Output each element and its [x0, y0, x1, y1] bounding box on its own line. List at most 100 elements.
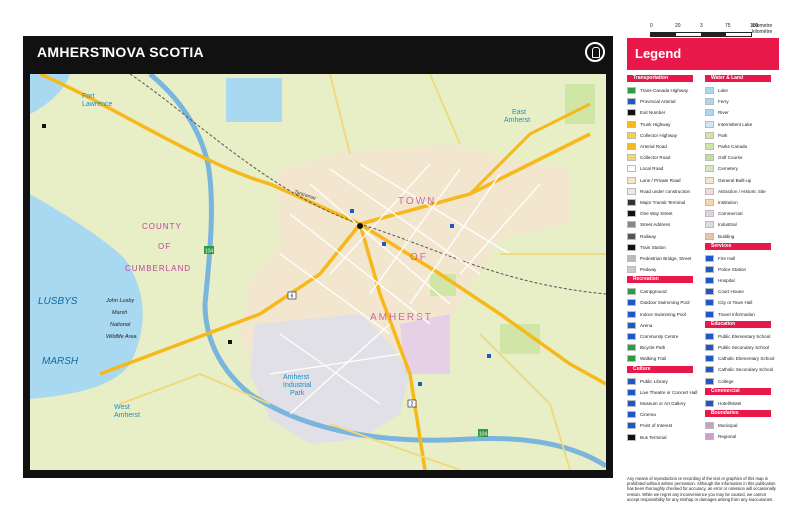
label-amherst: AMHERST [370, 312, 433, 323]
legend-item-label: Commercial [718, 211, 743, 217]
legend-item-museum-or-art-gallery: Museum or Art Gallery [627, 398, 701, 409]
legend-item-label: Parks Canada [718, 144, 748, 150]
legend-item-label: Trans-Canada Highway [640, 88, 689, 94]
scale-tick-label: 0 [650, 23, 653, 29]
legend-panel: Transportation Trans-Canada Highway Provin… [627, 74, 779, 472]
legend-item-label: Catholic Elementary School [718, 356, 775, 362]
legend-swatch [705, 288, 714, 296]
legend-item-point-of-interest: Point of Interest [627, 420, 701, 431]
legend-swatch [705, 198, 714, 206]
legend-swatch [627, 254, 636, 262]
legend-swatch [627, 310, 636, 318]
legend-item-label: One Way Street [640, 211, 673, 217]
legend-item-commercial: Commercial [705, 208, 779, 219]
legend-section-education: Education [705, 320, 771, 328]
map-title-bar: AMHERST NOVA SCOTIA [23, 36, 613, 66]
svg-text:104: 104 [479, 432, 488, 438]
label-john-lusby-wildlife: Wildlife Area [106, 334, 137, 340]
legend-item-label: Pedway [640, 267, 657, 273]
legend-swatch [705, 165, 714, 173]
legend-swatch [627, 165, 636, 173]
legend-item-label: Trunk Highway [640, 121, 671, 127]
legend-item-label: College [718, 378, 734, 384]
scale-tick-label: 75 [725, 23, 731, 29]
legend-item-street-address: Street Address [627, 219, 701, 230]
legend-item-label: Road under construction [640, 188, 691, 194]
legend-item-label: Point of Interest [640, 423, 673, 429]
label-of: OF [410, 252, 428, 263]
label-county: COUNTY [142, 222, 182, 231]
legend-swatch [627, 143, 636, 151]
legend-swatch [705, 232, 714, 240]
legend-item-park: Park [705, 130, 779, 141]
legend-item-label: Major Transit Terminal [640, 199, 686, 205]
legend-item-label: Bus Terminal [640, 434, 667, 440]
label-fort-lawrence: Fort [82, 93, 95, 100]
legend-swatch [627, 321, 636, 329]
legend-item-label: Ferry [718, 99, 729, 105]
legend-item-lane-private-road: Lane / Private Road [627, 175, 701, 186]
legend-item-collector-highway: Collector Highway [627, 130, 701, 141]
legend-column-left: Transportation Trans-Canada Highway Provin… [627, 74, 701, 443]
legend-item-parks-canada: Parks Canada [705, 141, 779, 152]
legend-item-label: Bicycle Path [640, 345, 666, 351]
svg-text:6: 6 [291, 294, 294, 300]
legend-swatch [705, 187, 714, 195]
legend-swatch [627, 422, 636, 430]
legend-item-label: Local Road [640, 166, 664, 172]
legend-item-label: Hospital [718, 278, 735, 284]
legend-swatch [627, 154, 636, 162]
legend-item-label: General Built-up [718, 177, 752, 183]
legend-swatch [627, 243, 636, 251]
legend-item-label: Institution [718, 199, 738, 205]
legend-swatch [627, 232, 636, 240]
legend-swatch [627, 98, 636, 106]
legend-swatch [627, 388, 636, 396]
scale-units: kilometre kilomètre [752, 23, 773, 35]
legend-item-train-station: Train Station [627, 242, 701, 253]
legend-item-bicycle-path: Bicycle Path [627, 342, 701, 353]
legend-item-live-theatre-or-concert-hall: Live Theatre or Concert Hall [627, 387, 701, 398]
svg-text:2: 2 [411, 402, 414, 408]
legend-item-label: Campground [640, 289, 667, 295]
label-industrial-park: Amherst [283, 374, 309, 381]
legend-swatch [705, 421, 714, 429]
legend-section-transportation: Transportation [627, 75, 693, 82]
legend-item-local-road: Local Road [627, 163, 701, 174]
legend-item-indoor-swimming-pool: Indoor Swimming Pool [627, 309, 701, 320]
legend-swatch [627, 198, 636, 206]
map-canvas[interactable]: 104 6 2 104 Fort Lawrence East Amherst C… [30, 74, 606, 470]
legend-item-industrial: Industrial [705, 219, 779, 230]
legend-item-label: Arena [640, 322, 653, 328]
legend-swatch [627, 399, 636, 407]
label-industrial-park-3: Park [290, 390, 305, 397]
legend-swatch [627, 288, 636, 296]
label-lusbys: LUSBYS [38, 296, 78, 307]
legend-item-label: Museum or Art Gallery [640, 400, 686, 406]
legend-item-label: Public Elementary School [718, 333, 771, 339]
legend-item-collector-road: Collector Road [627, 152, 701, 163]
legend-item-label: Indoor Swimming Pool [640, 311, 686, 317]
legend-swatch [705, 120, 714, 128]
legend-swatch [627, 377, 636, 385]
legend-item-one-way-street: One Way Street [627, 208, 701, 219]
legend-column-right: Water & Land Lake Ferry River Intermittent L… [705, 74, 779, 442]
legend-item-walking-trail: Walking Trail [627, 353, 701, 364]
legend-item-label: Intermittent Lake [718, 121, 753, 127]
legend-item-arena: Arena [627, 320, 701, 331]
legend-item-community-centre: Community Centre [627, 331, 701, 342]
legend-item-label: Train Station [640, 244, 666, 250]
legend-item-regional: Regional [705, 431, 779, 442]
legend-swatch [627, 131, 636, 139]
label-county-of: OF [158, 242, 171, 251]
legend-swatch [627, 187, 636, 195]
legend-item-general-built-up: General Built-up [705, 175, 779, 186]
legend-item-label: Live Theatre or Concert Hall [640, 389, 698, 395]
label-town: TOWN [398, 196, 436, 207]
legend-item-label: River [718, 110, 729, 116]
legend-swatch [627, 176, 636, 184]
legend-item-label: Golf Course [718, 155, 743, 161]
legend-swatch [705, 221, 714, 229]
legend-item-label: Cinema [640, 412, 656, 418]
map-title-province: NOVA SCOTIA [105, 44, 204, 60]
